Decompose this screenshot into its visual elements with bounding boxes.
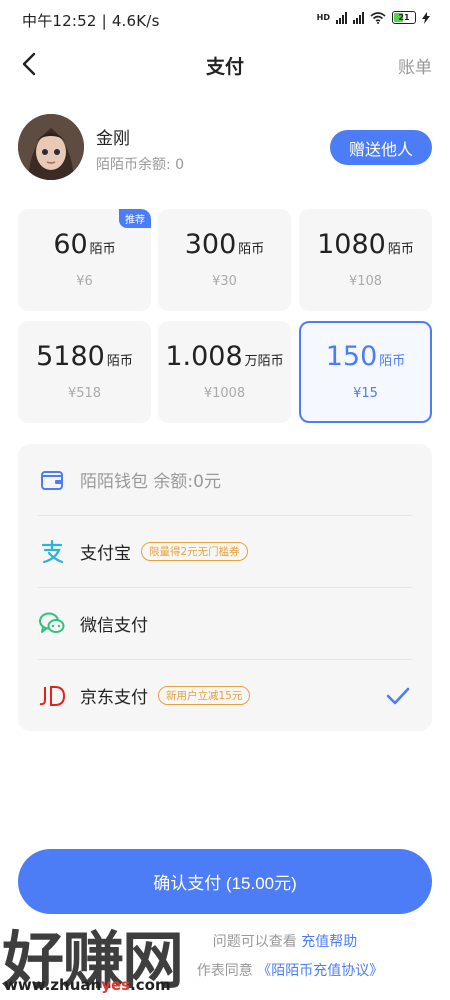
coin-amount: 60 (53, 229, 88, 260)
watermark-url-c: .com (130, 976, 171, 994)
jd-icon (38, 682, 66, 710)
coin-unit: 陌币 (379, 354, 406, 369)
coin-option-5180[interactable]: 5180 陌币 ¥518 (18, 321, 151, 423)
alipay-icon (38, 538, 66, 566)
coin-price: ¥108 (348, 274, 383, 289)
hd-indicator: HD (316, 13, 330, 22)
coin-option-1080[interactable]: 1080 陌币 ¥108 (299, 209, 432, 311)
coin-price: ¥6 (76, 274, 93, 289)
coin-balance: 陌陌币余额: 0 (96, 157, 185, 173)
avatar (18, 114, 84, 180)
pay-method-label: 京东支付 (80, 688, 148, 708)
promo-tag: 新用户立减15元 (158, 686, 251, 705)
status-time: 中午12:52 | 4.6K/s (22, 12, 160, 30)
signal-icon (336, 11, 347, 24)
pay-method-jd[interactable]: 京东支付 新用户立减15元 (18, 660, 432, 731)
status-icons: HD 21 (317, 11, 430, 24)
watermark-url-b: yes (101, 976, 131, 994)
wallet-icon (38, 466, 66, 494)
wifi-icon (370, 11, 386, 24)
recommend-badge: 推荐 (119, 209, 151, 228)
coin-option-150[interactable]: 150 陌币 ¥15 (299, 321, 432, 423)
bill-link[interactable]: 账单 (398, 53, 432, 78)
gift-others-button[interactable]: 赠送他人 (330, 130, 432, 165)
checkmark-icon (386, 687, 410, 704)
payment-methods: 陌陌钱包 余额:0元 支付宝 限量得2元无门槛券 微信支付 京东支付 新用户立减… (18, 444, 432, 731)
coin-price: ¥1008 (203, 386, 246, 401)
battery-level: 21 (398, 13, 410, 22)
coin-unit: 万陌币 (244, 354, 284, 369)
pay-method-label: 支付宝 (80, 544, 131, 564)
pay-method-label: 陌陌钱包 余额:0元 (80, 472, 221, 492)
coin-amount: 1080 (317, 229, 386, 260)
coin-price: ¥518 (67, 386, 102, 401)
pay-method-label: 微信支付 (80, 616, 148, 636)
wechat-icon (38, 610, 66, 638)
pay-method-wechat[interactable]: 微信支付 (18, 588, 432, 659)
coin-unit: 陌币 (238, 242, 265, 257)
coin-amount: 300 (184, 229, 237, 260)
coin-amount: 1.008 (165, 341, 243, 372)
promo-tag: 限量得2元无门槛券 (141, 542, 248, 561)
page-title: 支付 (205, 56, 244, 78)
coin-option-300[interactable]: 300 陌币 ¥30 (158, 209, 291, 311)
charging-icon (422, 11, 430, 24)
coin-option-60[interactable]: 推荐 60 陌币 ¥6 (18, 209, 151, 311)
watermark-url-a: www.zhuan (4, 976, 102, 994)
confirm-pay-button[interactable]: 确认支付 (15.00元) (18, 849, 432, 914)
recharge-agreement-link[interactable]: 《陌陌币充值协议》 (257, 963, 383, 979)
coin-price: ¥30 (212, 274, 237, 289)
battery-icon: 21 (392, 11, 416, 24)
coin-unit: 陌币 (387, 242, 414, 257)
coin-amount: 5180 (36, 341, 105, 372)
pay-method-wallet[interactable]: 陌陌钱包 余额:0元 (18, 444, 432, 515)
coin-unit: 陌币 (89, 242, 116, 257)
signal-icon-2 (353, 11, 364, 24)
coin-price: ¥15 (353, 386, 378, 401)
watermark-url: www.zhuanyes.com (4, 976, 171, 994)
coin-amount: 150 (325, 341, 378, 372)
coin-option-10080[interactable]: 1.008 万陌币 ¥1008 (158, 321, 291, 423)
pay-method-alipay[interactable]: 支付宝 限量得2元无门槛券 (18, 516, 432, 587)
user-name: 金刚 (96, 129, 130, 149)
coin-unit: 陌币 (106, 354, 133, 369)
recharge-help-link[interactable]: 充值帮助 (301, 934, 357, 950)
